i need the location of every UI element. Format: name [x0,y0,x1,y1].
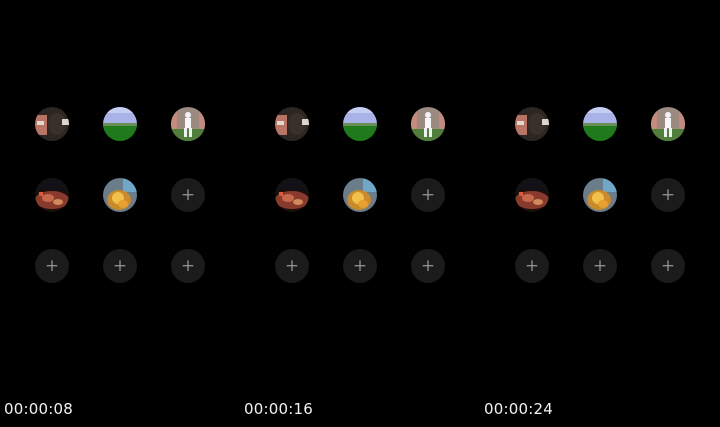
plus-icon: + [180,184,196,205]
add-slot-button[interactable]: + [651,249,685,283]
thumbnail-slot-3[interactable] [171,107,205,141]
person-photo-icon [515,107,549,141]
thumbnail-slot-3[interactable] [651,107,685,141]
thumbnail-slot-5[interactable] [583,178,617,212]
add-slot-button[interactable]: + [103,249,137,283]
plus-icon: + [592,255,608,276]
thumbnail-slot-4[interactable] [35,178,69,212]
frame-timestamp: 00:00:16 [244,400,313,418]
thumbnail-slot-3[interactable] [411,107,445,141]
thumbnail-slot-5[interactable] [103,178,137,212]
add-slot-button[interactable]: + [275,249,309,283]
thumbnail-slot-5[interactable] [343,178,377,212]
plus-icon: + [180,255,196,276]
add-slot-button[interactable]: + [651,178,685,212]
plus-icon: + [112,255,128,276]
thumbnail-slot-1[interactable] [275,107,309,141]
frame-3: + + + + 00:00:24 [480,0,720,427]
add-slot-button[interactable]: + [411,249,445,283]
frame-timestamp: 00:00:08 [4,400,73,418]
thumbnail-slot-2[interactable] [103,107,137,141]
frame-2: + + + + 00:00:16 [240,0,480,427]
frame-1: + + + + 00:00:08 [0,0,240,427]
fire-photo-icon [343,178,377,212]
add-slot-button[interactable]: + [343,249,377,283]
white-figure-photo-icon [411,107,445,141]
red-food-photo-icon [275,178,309,212]
plus-icon: + [44,255,60,276]
thumbnail-slot-1[interactable] [515,107,549,141]
plus-icon: + [420,184,436,205]
fire-photo-icon [583,178,617,212]
white-figure-photo-icon [171,107,205,141]
add-slot-button[interactable]: + [35,249,69,283]
person-photo-icon [35,107,69,141]
thumbnail-slot-2[interactable] [343,107,377,141]
plus-icon: + [284,255,300,276]
person-photo-icon [275,107,309,141]
thumbnail-slot-2[interactable] [583,107,617,141]
thumbnail-slot-4[interactable] [515,178,549,212]
thumbnail-slot-4[interactable] [275,178,309,212]
plus-icon: + [420,255,436,276]
plus-icon: + [524,255,540,276]
add-slot-button[interactable]: + [515,249,549,283]
sky-field-photo-icon [343,107,377,141]
sky-field-photo-icon [583,107,617,141]
frame-timestamp: 00:00:24 [484,400,553,418]
add-slot-button[interactable]: + [583,249,617,283]
add-slot-button[interactable]: + [171,249,205,283]
add-slot-button[interactable]: + [171,178,205,212]
plus-icon: + [660,184,676,205]
plus-icon: + [660,255,676,276]
sky-field-photo-icon [103,107,137,141]
add-slot-button[interactable]: + [411,178,445,212]
red-food-photo-icon [515,178,549,212]
red-food-photo-icon [35,178,69,212]
plus-icon: + [352,255,368,276]
white-figure-photo-icon [651,107,685,141]
fire-photo-icon [103,178,137,212]
thumbnail-slot-1[interactable] [35,107,69,141]
